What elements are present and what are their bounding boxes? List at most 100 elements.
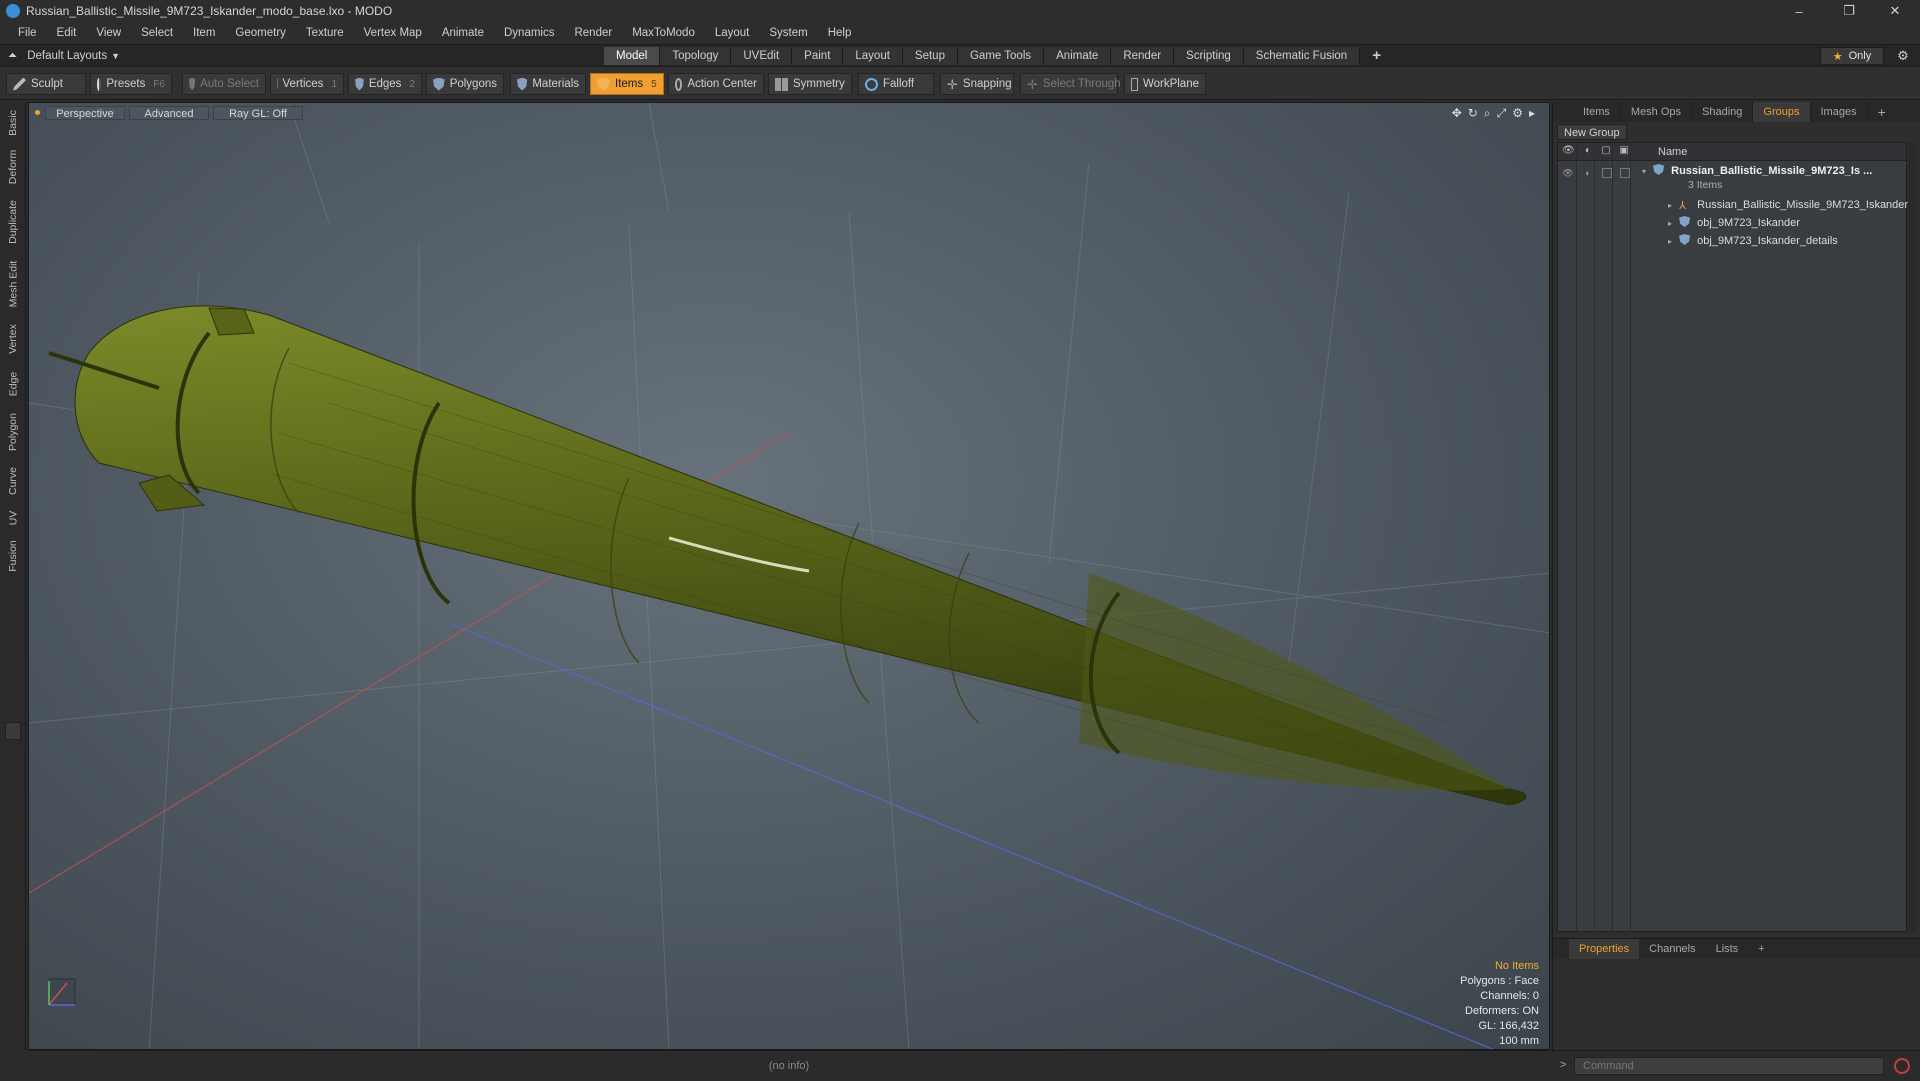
presets-icon [97, 77, 102, 91]
snapping-button[interactable]: ✛ Snapping [940, 73, 1014, 95]
menu-edit[interactable]: Edit [47, 27, 87, 39]
menu-help[interactable]: Help [818, 27, 862, 39]
menu-view[interactable]: View [86, 27, 131, 39]
tab-groups[interactable]: Groups [1753, 102, 1811, 122]
add-properties-tab-icon[interactable]: + [1748, 939, 1774, 959]
vtab-uv[interactable]: UV [3, 506, 23, 530]
select-through-button[interactable]: ✛ Select Through [1020, 73, 1121, 95]
edges-button[interactable]: Edges 2 [348, 73, 422, 95]
new-group-button[interactable]: New Group [1557, 124, 1627, 140]
tab-render[interactable]: Render [1111, 47, 1175, 65]
sculpt-button[interactable]: Sculpt [6, 73, 86, 95]
command-stop-icon[interactable] [1894, 1058, 1910, 1074]
tab-schematic-fusion[interactable]: Schematic Fusion [1243, 47, 1361, 65]
raygl-button[interactable]: Ray GL: Off [213, 106, 303, 120]
viewport-settings-icon[interactable]: ⚙ [1512, 106, 1523, 121]
auto-select-button[interactable]: Auto Select [182, 73, 266, 95]
tab-topology[interactable]: Topology [660, 47, 732, 65]
restore-button[interactable]: ❐ [1826, 0, 1872, 22]
menu-vertex-map[interactable]: Vertex Map [354, 27, 432, 39]
minimize-button[interactable]: – [1776, 0, 1822, 22]
vtab-edge[interactable]: Edge [3, 366, 23, 402]
menu-texture[interactable]: Texture [296, 27, 354, 39]
workplane-button[interactable]: WorkPlane [1124, 73, 1206, 95]
tree-row-mesh-details[interactable]: ▸ obj_9M723_Iskander_details [1668, 233, 1838, 249]
layout-selector[interactable]: ⏶ Default Layouts ▼ [8, 48, 120, 64]
tab-paint[interactable]: Paint [792, 47, 844, 65]
root-select-checkbox[interactable] [1620, 168, 1630, 178]
presets-button[interactable]: Presets F6 [90, 73, 172, 95]
visibility-column-icon[interactable]: 👁 [1562, 145, 1575, 157]
tab-channels[interactable]: Channels [1639, 939, 1705, 959]
tab-properties[interactable]: Properties [1569, 939, 1640, 959]
menu-animate[interactable]: Animate [432, 27, 494, 39]
vtab-basic[interactable]: Basic [3, 106, 23, 140]
tab-items[interactable]: Items [1573, 102, 1621, 122]
group-root-row[interactable]: ▾ Russian_Ballistic_Missile_9M723_Is ... [1642, 163, 1872, 179]
tab-scripting[interactable]: Scripting [1174, 47, 1244, 65]
tab-mesh-ops[interactable]: Mesh Ops [1621, 102, 1693, 122]
vertices-button[interactable]: Vertices 1 [270, 73, 344, 95]
root-lock-checkbox[interactable] [1602, 168, 1612, 178]
action-center-button[interactable]: Action Center [668, 73, 764, 95]
fit-icon[interactable]: ⤢ [1497, 106, 1507, 121]
pan-icon[interactable]: ✥ [1452, 106, 1462, 121]
render-column-icon[interactable]: ◐ [1582, 145, 1594, 157]
menu-system[interactable]: System [759, 27, 817, 39]
tree-row-mesh[interactable]: ▸ obj_9M723_Iskander [1668, 215, 1800, 231]
tree-row-label: Russian_Ballistic_Missile_9M723_Iskander [1697, 199, 1909, 211]
list-scrollbar[interactable] [1908, 142, 1916, 932]
add-panel-tab-icon[interactable]: + [1868, 102, 1896, 122]
menu-select[interactable]: Select [131, 27, 183, 39]
tab-game-tools[interactable]: Game Tools [957, 47, 1045, 65]
menu-render[interactable]: Render [564, 27, 622, 39]
menu-layout[interactable]: Layout [705, 27, 760, 39]
vtab-fusion[interactable]: Fusion [3, 536, 23, 576]
rotate-icon[interactable]: ↻ [1468, 106, 1478, 121]
lock-column-icon[interactable]: ▢ [1600, 145, 1612, 157]
expand-arrow-icon[interactable]: ▸ [1529, 106, 1535, 121]
vtab-duplicate[interactable]: Duplicate [3, 194, 23, 250]
gear-icon[interactable]: ⚙ [1894, 47, 1912, 65]
command-input[interactable] [1574, 1057, 1884, 1075]
tab-lists[interactable]: Lists [1706, 939, 1749, 959]
close-button[interactable]: ✕ [1872, 0, 1918, 22]
menu-file[interactable]: File [8, 27, 47, 39]
menu-item[interactable]: Item [183, 27, 225, 39]
only-label: Only [1848, 50, 1872, 62]
tab-uvedit[interactable]: UVEdit [731, 47, 793, 65]
tab-layout[interactable]: Layout [843, 47, 903, 65]
items-button[interactable]: Items 5 [590, 73, 664, 95]
polygons-button[interactable]: Polygons [426, 73, 504, 95]
symmetry-button[interactable]: Symmetry [768, 73, 852, 95]
falloff-button[interactable]: Falloff [858, 73, 934, 95]
vtab-polygon[interactable]: Polygon [3, 408, 23, 456]
only-button[interactable]: ★ Only [1820, 47, 1884, 65]
zoom-icon[interactable]: ⌕ [1484, 106, 1491, 121]
menu-geometry[interactable]: Geometry [225, 27, 296, 39]
materials-button[interactable]: Materials [510, 73, 586, 95]
tab-animate[interactable]: Animate [1044, 47, 1112, 65]
menu-maxtomodo[interactable]: MaxToModo [622, 27, 705, 39]
expand-triangle-icon[interactable]: ▾ [1642, 167, 1646, 176]
shading-mode-button[interactable]: Advanced [129, 106, 209, 120]
add-tab-icon[interactable]: + [1360, 47, 1393, 65]
select-column-icon[interactable]: ▣ [1618, 145, 1630, 157]
tab-images[interactable]: Images [1811, 102, 1868, 122]
viewport-menu-dot-icon[interactable] [35, 110, 40, 115]
3d-viewport[interactable]: Perspective Advanced Ray GL: Off ✥ ↻ ⌕ ⤢… [28, 102, 1550, 1050]
name-column-header[interactable]: Name [1658, 143, 1687, 161]
tab-setup[interactable]: Setup [902, 47, 958, 65]
toggle-panel-button[interactable] [5, 722, 21, 740]
menu-dynamics[interactable]: Dynamics [494, 27, 564, 39]
root-render-toggle[interactable]: ◐ [1582, 167, 1594, 179]
vtab-mesh-edit[interactable]: Mesh Edit [3, 256, 23, 312]
tab-model[interactable]: Model [604, 47, 661, 65]
tab-shading[interactable]: Shading [1692, 102, 1754, 122]
tree-row-locator[interactable]: ▸ ⅄ Russian_Ballistic_Missile_9M723_Iska… [1668, 197, 1908, 213]
vtab-vertex[interactable]: Vertex [3, 318, 23, 360]
vtab-deform[interactable]: Deform [3, 146, 23, 188]
root-visibility-toggle[interactable]: 👁 [1562, 167, 1574, 179]
view-mode-button[interactable]: Perspective [45, 106, 125, 120]
vtab-curve[interactable]: Curve [3, 462, 23, 500]
